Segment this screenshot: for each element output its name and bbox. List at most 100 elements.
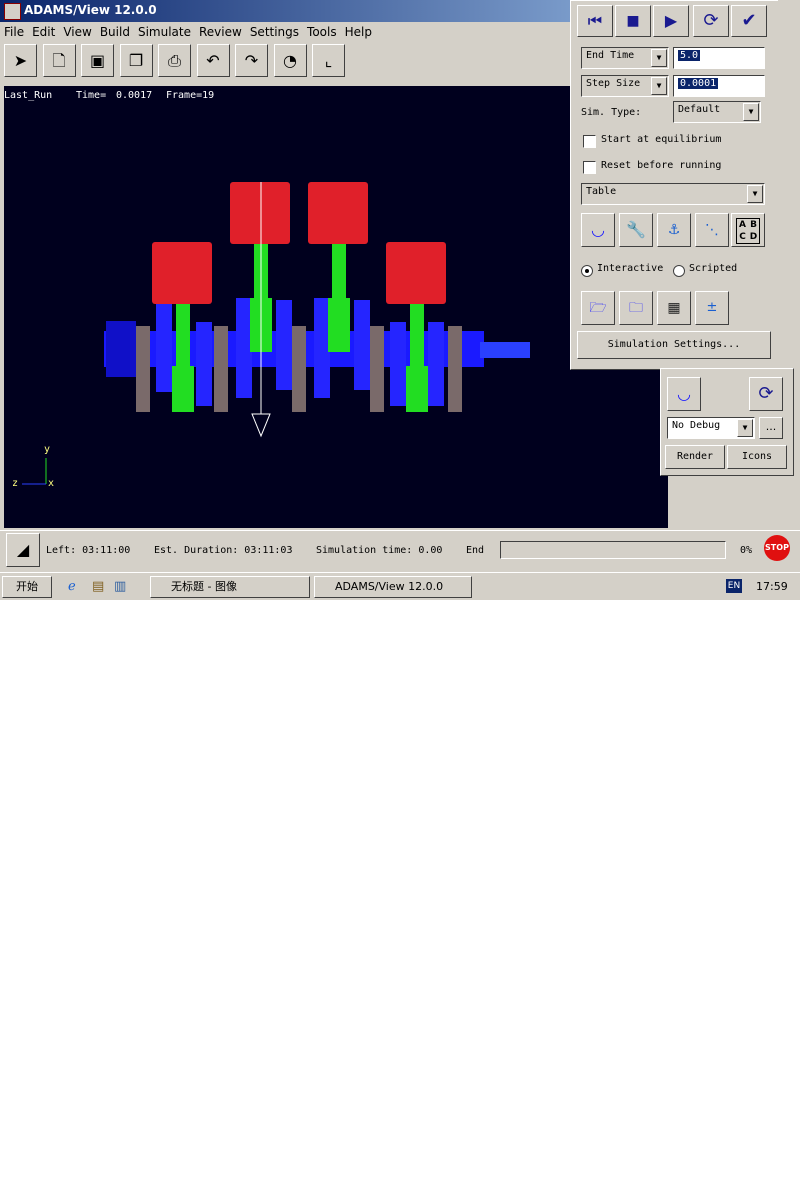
counterweight bbox=[214, 326, 228, 412]
app-icon bbox=[4, 3, 21, 20]
chevron-down-icon: ▼ bbox=[651, 77, 667, 95]
icons-button[interactable]: Icons bbox=[727, 445, 787, 469]
menu-view[interactable]: View bbox=[59, 22, 95, 39]
ie-icon[interactable]: ℯ bbox=[68, 579, 84, 595]
triad-z-label: z bbox=[12, 478, 19, 489]
triad-x-label: x bbox=[48, 478, 55, 489]
crank-web bbox=[314, 298, 330, 398]
main-toolbar: ➤ 🗋 ▣ ❐ ⎙ ↶ ↷ ◔ ⌞ bbox=[4, 44, 570, 84]
checkmark-icon[interactable]: ✔ bbox=[731, 5, 767, 37]
rewind-icon[interactable]: ⏮ bbox=[577, 5, 613, 37]
play-icon[interactable]: ▶ bbox=[653, 5, 689, 37]
counterweight bbox=[292, 326, 306, 412]
interactive-label: Interactive bbox=[597, 263, 664, 274]
menu-simulate[interactable]: Simulate bbox=[134, 22, 195, 39]
task-paint[interactable]: 无标题 - 图像 bbox=[150, 576, 310, 598]
save-icon[interactable]: ▣ bbox=[81, 44, 114, 77]
new-file-icon[interactable]: 🗋 bbox=[42, 44, 76, 77]
crank-web bbox=[428, 322, 444, 406]
status-percent: 0% bbox=[740, 545, 753, 556]
reset-icon[interactable]: ⟳ bbox=[693, 5, 729, 37]
language-indicator[interactable]: EN bbox=[726, 579, 742, 593]
folder-icon[interactable]: ▤ bbox=[92, 579, 108, 595]
model-viewport[interactable]: Last_Run Time= 0.0017 Frame=19 y z x bbox=[4, 86, 668, 528]
crank-web bbox=[390, 322, 406, 406]
menu-file[interactable]: File bbox=[0, 22, 28, 39]
animation-film-icon[interactable]: ▦ bbox=[657, 291, 691, 325]
scripted-label: Scripted bbox=[689, 263, 738, 274]
piston-2 bbox=[230, 182, 290, 244]
copy-icon[interactable]: ❐ bbox=[119, 44, 153, 77]
piston-4 bbox=[386, 242, 446, 304]
simulation-mode-icon-2[interactable]: ◡ bbox=[667, 377, 701, 411]
status-est-duration: Est. Duration: 03:11:03 bbox=[154, 545, 293, 556]
counterweight bbox=[448, 326, 462, 412]
chevron-down-icon: ▼ bbox=[743, 103, 759, 121]
task-adams[interactable]: ADAMS/View 12.0.0 bbox=[314, 576, 472, 598]
chevron-down-icon: ▼ bbox=[737, 419, 753, 437]
redo-icon[interactable]: ↷ bbox=[235, 44, 268, 77]
stop-icon[interactable]: ■ bbox=[615, 5, 651, 37]
simulation-mode-icon[interactable]: ◡ bbox=[581, 213, 615, 247]
crank-web bbox=[156, 300, 172, 392]
coordinate-axes-icon[interactable]: ⌞ bbox=[312, 44, 345, 77]
progress-bar bbox=[500, 541, 726, 559]
measure-plot-icon[interactable]: ⚓ bbox=[657, 213, 691, 247]
triad-y-label: y bbox=[44, 444, 51, 455]
scripted-radio[interactable] bbox=[673, 265, 685, 277]
status-toggle-icon[interactable]: ◢ bbox=[6, 533, 40, 567]
print-icon[interactable]: ⎙ bbox=[158, 44, 191, 77]
stop-button[interactable]: STOP bbox=[764, 535, 790, 561]
select-arrow-icon[interactable]: ➤ bbox=[4, 44, 37, 77]
reset-before-running-label: Reset before running bbox=[601, 160, 722, 171]
start-label: 开始 bbox=[16, 580, 38, 593]
status-end: End bbox=[466, 545, 485, 556]
abcd-icon[interactable]: ABCD bbox=[731, 213, 765, 247]
menu-settings[interactable]: Settings bbox=[246, 22, 303, 39]
start-equilibrium-checkbox[interactable] bbox=[583, 135, 596, 148]
connecting-rod-3-big-end bbox=[328, 298, 350, 352]
step-size-select[interactable]: Step Size ▼ bbox=[581, 75, 669, 97]
more-button[interactable]: ... bbox=[759, 417, 783, 439]
debug-select[interactable]: No Debug ▼ bbox=[667, 417, 755, 439]
force-arrow-head bbox=[251, 413, 271, 438]
undo-icon[interactable]: ↶ bbox=[196, 44, 230, 77]
status-sim-time: Simulation time: 0.00 bbox=[316, 545, 443, 556]
reset-icon-2[interactable]: ⟳ bbox=[749, 377, 783, 411]
counterweight bbox=[370, 326, 384, 412]
menu-help[interactable]: Help bbox=[341, 22, 376, 39]
menu-build[interactable]: Build bbox=[96, 22, 134, 39]
end-time-select[interactable]: End Time ▼ bbox=[581, 47, 669, 69]
menu-tools[interactable]: Tools bbox=[303, 22, 341, 39]
connecting-rod-1-big-end bbox=[172, 366, 194, 412]
reset-before-running-checkbox[interactable] bbox=[583, 161, 596, 174]
taskbar: 开始 ℯ ▤ ▥ 无标题 - 图像 ADAMS/View 12.0.0 EN 1… bbox=[0, 572, 800, 600]
desktop-icon[interactable]: ▥ bbox=[114, 579, 130, 595]
task-adams-label: ADAMS/View 12.0.0 bbox=[335, 580, 444, 593]
start-button[interactable]: 开始 bbox=[2, 576, 52, 598]
start-equilibrium-label: Start at equilibrium bbox=[601, 134, 722, 145]
wrench-icon[interactable]: 🔧 bbox=[619, 213, 653, 247]
piston-1 bbox=[152, 242, 212, 304]
sim-type-select[interactable]: Default ▼ bbox=[673, 101, 761, 123]
open-script-icon[interactable]: 🗁 bbox=[581, 291, 615, 325]
task-paint-label: 无标题 - 图像 bbox=[171, 580, 237, 593]
save-script-icon[interactable]: 🗀 bbox=[619, 291, 653, 325]
simulation-settings-button[interactable]: Simulation Settings... bbox=[577, 331, 771, 359]
menu-review[interactable]: Review bbox=[195, 22, 246, 39]
right-tool-strip bbox=[778, 0, 800, 368]
chevron-down-icon: ▼ bbox=[747, 185, 763, 203]
plus-minus-plot-icon[interactable]: ± bbox=[695, 291, 729, 325]
connecting-rod-4-big-end bbox=[406, 366, 428, 412]
adams-window: ADAMS/View 12.0.0 File Edit View Build Simul… bbox=[0, 0, 800, 600]
crank-web bbox=[236, 298, 252, 398]
curve-plot-icon[interactable]: ⋱ bbox=[695, 213, 729, 247]
zoom-view-icon[interactable]: ◔ bbox=[273, 44, 307, 77]
menu-edit[interactable]: Edit bbox=[28, 22, 59, 39]
interactive-radio[interactable] bbox=[581, 265, 593, 277]
render-button[interactable]: Render bbox=[665, 445, 725, 469]
chevron-down-icon: ▼ bbox=[651, 49, 667, 67]
end-time-input[interactable]: 5.0 bbox=[673, 47, 765, 69]
step-size-input[interactable]: 0.0001 bbox=[673, 75, 765, 97]
table-select[interactable]: Table ▼ bbox=[581, 183, 765, 205]
